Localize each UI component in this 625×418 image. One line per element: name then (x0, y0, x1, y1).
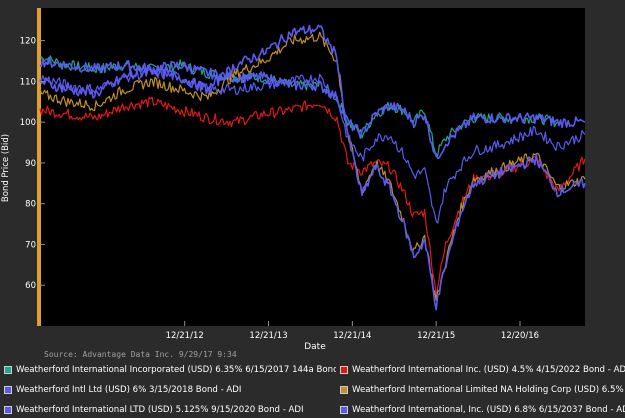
legend-label: Weatherford International, Inc. (USD) 6.… (352, 405, 625, 415)
x-tick-label: 12/20/16 (501, 331, 539, 341)
legend-label: Weatherford International LTD (USD) 5.12… (16, 405, 304, 415)
x-axis-label: Date (304, 342, 326, 352)
legend-swatch (4, 386, 12, 394)
source-note: Source: Advantage Data Inc. 9/29/17 9:34 (44, 350, 237, 359)
chart-svg: 60 70 80 90 100 110 120 12/21/12 12/21/13 12/21/1… (0, 0, 625, 360)
y-tick-label: 90 (25, 159, 36, 169)
x-tick-label: 12/21/14 (333, 331, 371, 341)
y-axis-label: Bond Price (Bid) (1, 134, 11, 202)
y-tick-label: 120 (20, 37, 36, 47)
legend: Weatherford International Incorporated (… (0, 360, 625, 418)
plot-left-accent (37, 8, 41, 326)
legend-swatch (4, 366, 12, 374)
legend-item-3: Weatherford Intl Ltd (USD) 6% 3/15/2018 … (4, 381, 336, 399)
legend-item-6: Weatherford International, Inc. (USD) 6.… (340, 401, 625, 418)
legend-item-2: Weatherford International Inc. (USD) 4.5… (340, 361, 625, 379)
legend-label: Weatherford International Limited NA Hol… (352, 385, 625, 395)
legend-item-1: Weatherford International Incorporated (… (4, 361, 336, 379)
legend-label: Weatherford International Inc. (USD) 4.5… (352, 365, 625, 375)
y-tick-label: 60 (25, 281, 36, 291)
legend-item-4: Weatherford International Limited NA Hol… (340, 381, 625, 399)
legend-swatch (340, 386, 348, 394)
y-tick-label: 80 (25, 200, 36, 210)
legend-item-5: Weatherford International LTD (USD) 5.12… (4, 401, 336, 418)
x-tick-label: 12/21/12 (166, 331, 204, 341)
legend-label: Weatherford Intl Ltd (USD) 6% 3/15/2018 … (16, 385, 242, 395)
legend-swatch (4, 406, 12, 414)
plot-area (40, 8, 585, 326)
y-tick-label: 110 (20, 77, 36, 87)
x-tick-label: 12/21/13 (249, 331, 287, 341)
y-tick-label: 70 (25, 240, 36, 250)
y-tick-label: 100 (20, 118, 36, 128)
x-tick-label: 12/21/15 (417, 331, 455, 341)
legend-swatch (340, 406, 348, 414)
chart: 60 70 80 90 100 110 120 12/21/12 12/21/13 12/21/1… (0, 0, 625, 418)
legend-label: Weatherford International Incorporated (… (16, 365, 336, 375)
legend-swatch (340, 366, 348, 374)
